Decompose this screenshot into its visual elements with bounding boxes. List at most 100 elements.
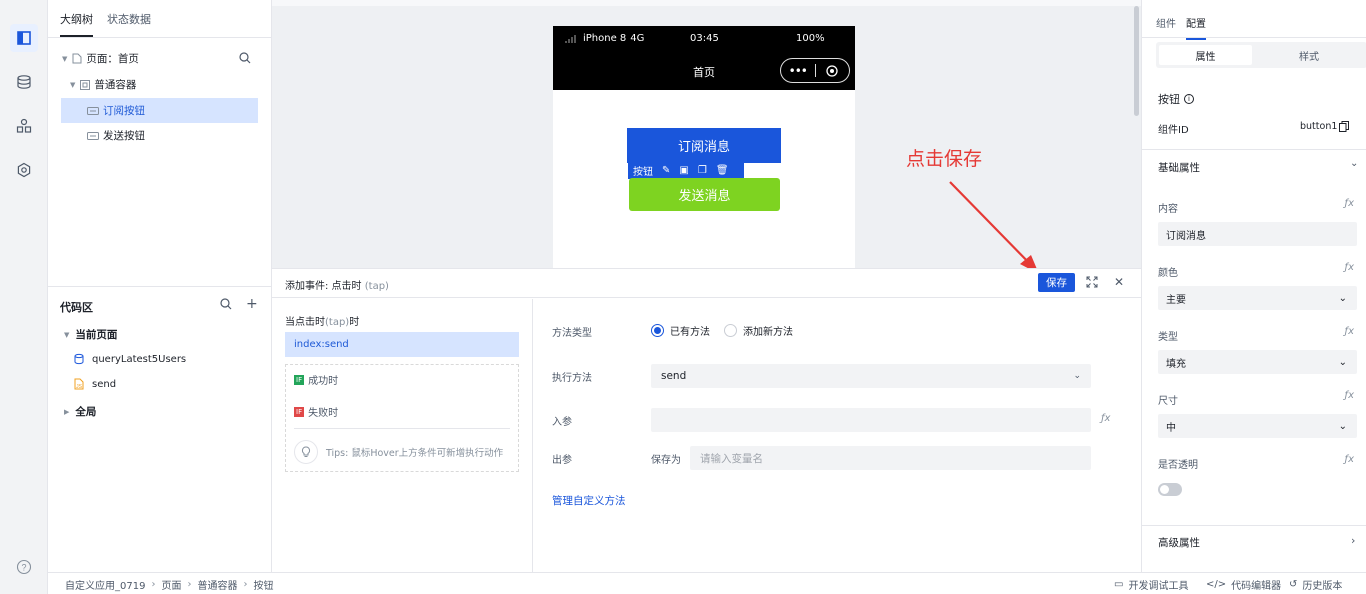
button-icon xyxy=(87,106,99,115)
more-icon[interactable]: ••• xyxy=(781,64,815,78)
fx-icon[interactable]: ƒx xyxy=(1345,390,1354,401)
code-editor-action[interactable]: </> 代码编辑器 xyxy=(1206,577,1281,592)
radio-existing[interactable]: 已有方法 xyxy=(651,323,710,338)
transparent-label: 是否透明 xyxy=(1158,460,1198,471)
color-label: 颜色 xyxy=(1158,268,1178,279)
code-area-panel: 代码区 + ▼ 当前页面 queryLatest5Users JS send ▶… xyxy=(48,286,272,572)
info-icon[interactable]: i xyxy=(1184,94,1194,104)
close-icon[interactable]: ✕ xyxy=(1114,275,1124,289)
current-page-label: 当前页面 xyxy=(75,329,118,341)
tips: Tips: 鼠标Hover上方条件可新增执行动作 xyxy=(294,440,503,464)
radio-new[interactable]: 添加新方法 xyxy=(724,323,793,338)
input-param-field[interactable] xyxy=(651,408,1091,432)
js-file-icon: JS xyxy=(74,378,84,390)
monitor-icon: ▭ xyxy=(1114,579,1124,590)
chevron-right-icon[interactable]: › xyxy=(1351,534,1355,547)
tree-page[interactable]: ▼ 页面：首页 xyxy=(62,46,259,71)
copy-icon[interactable]: ❐ xyxy=(698,165,707,176)
fx-icon[interactable]: ƒx xyxy=(1345,198,1354,209)
size-select[interactable]: 中 ⌄ xyxy=(1158,414,1357,438)
tab-state-data[interactable]: 状态数据 xyxy=(107,11,151,37)
components-icon[interactable] xyxy=(10,112,38,140)
radio-unchecked-icon[interactable] xyxy=(724,324,737,337)
variable-name-input[interactable]: 请输入变量名 xyxy=(690,446,1091,470)
edit-icon[interactable]: ✎ xyxy=(662,165,670,176)
caret-down-icon[interactable]: ▼ xyxy=(64,331,69,339)
chevron-down-icon: ⌄ xyxy=(1073,371,1081,381)
capsule-button[interactable]: ••• xyxy=(780,58,850,83)
fx-icon[interactable]: ƒx xyxy=(1345,454,1354,465)
svg-text:?: ? xyxy=(21,563,26,573)
event-title-main: 添加事件: 点击时 xyxy=(285,281,362,292)
event-trigger-panel: 当点击时(tap)时 index:send IF 成功时 IF 失败时 Tips… xyxy=(272,299,533,572)
trigger-label: 当点击时(tap)时 xyxy=(285,313,359,328)
type-select[interactable]: 填充 ⌄ xyxy=(1158,350,1357,374)
content-input[interactable]: 订阅消息 xyxy=(1158,222,1357,246)
manage-methods-link[interactable]: 管理自定义方法 xyxy=(552,493,626,508)
canvas-scrollbar[interactable] xyxy=(1134,6,1139,116)
history-action[interactable]: ↺ 历史版本 xyxy=(1289,577,1342,592)
send-button[interactable]: 发送消息 xyxy=(629,178,780,211)
fx-icon[interactable]: ƒx xyxy=(1345,262,1354,273)
breadcrumb-container[interactable]: 普通容器 xyxy=(197,577,237,592)
help-icon[interactable]: ? xyxy=(10,553,38,581)
expand-icon[interactable] xyxy=(1086,276,1098,288)
breadcrumb-app[interactable]: 自定义应用_0719 xyxy=(65,577,145,592)
caret-right-icon[interactable]: ▶ xyxy=(64,408,69,416)
size-value: 中 xyxy=(1166,422,1176,434)
layout-icon[interactable] xyxy=(10,24,38,52)
radio-checked-icon[interactable] xyxy=(651,324,664,337)
transparent-toggle[interactable] xyxy=(1158,483,1182,496)
current-page-group[interactable]: ▼ 当前页面 xyxy=(64,327,117,342)
advanced-props-header[interactable]: 高级属性 xyxy=(1158,535,1200,550)
success-label: 成功时 xyxy=(308,376,339,387)
fx-icon[interactable]: ƒx xyxy=(1345,326,1354,337)
tab-outline-tree[interactable]: 大纲树 xyxy=(60,11,93,37)
selection-outline xyxy=(627,128,781,163)
divider xyxy=(1142,149,1366,150)
fx-icon[interactable]: ƒx xyxy=(1101,413,1110,424)
tree-container[interactable]: ▼ 普通容器 xyxy=(70,72,267,97)
chevron-down-icon: ⌄ xyxy=(1338,292,1347,304)
exec-method-value: send xyxy=(661,370,687,382)
basic-props-header[interactable]: 基础属性 xyxy=(1158,160,1200,175)
caret-down-icon[interactable]: ▼ xyxy=(62,55,67,63)
save-icon[interactable]: ▣ xyxy=(679,165,688,176)
segment-props[interactable]: 属性 xyxy=(1159,45,1252,65)
save-button[interactable]: 保存 xyxy=(1038,273,1075,292)
copy-icon[interactable] xyxy=(1339,121,1349,132)
global-group[interactable]: ▶ 全局 xyxy=(64,404,96,419)
exec-method-select[interactable]: send ⌄ xyxy=(651,364,1091,388)
global-label: 全局 xyxy=(75,406,97,418)
target-icon[interactable] xyxy=(815,64,849,77)
code-item-query[interactable]: queryLatest5Users xyxy=(74,353,186,365)
database-icon[interactable] xyxy=(10,68,38,96)
search-icon[interactable] xyxy=(220,298,232,310)
settings-icon[interactable] xyxy=(10,156,38,184)
tree-item-send-button[interactable]: 发送按钮 xyxy=(61,123,258,148)
breadcrumb-button[interactable]: 按钮 xyxy=(253,577,273,592)
tree-subscribe-label: 订阅按钮 xyxy=(103,105,145,117)
tree-item-subscribe-button[interactable]: 订阅按钮 xyxy=(61,98,258,123)
dev-tools-action[interactable]: ▭ 开发调试工具 xyxy=(1114,577,1188,592)
properties-panel: 组件 配置 属性 样式 按钮 i 组件ID button1 基础属性 ⌄ 内容 … xyxy=(1141,0,1366,572)
segment-style[interactable]: 样式 xyxy=(1256,45,1362,65)
add-icon[interactable]: + xyxy=(246,296,258,312)
search-icon[interactable] xyxy=(239,52,251,64)
tree-page-label: 页面：首页 xyxy=(86,53,139,65)
component-name: 按钮 i xyxy=(1158,91,1194,107)
type-value: 填充 xyxy=(1166,358,1186,370)
type-label: 类型 xyxy=(1158,332,1178,343)
code-icon: </> xyxy=(1206,579,1227,590)
caret-down-icon[interactable]: ▼ xyxy=(70,81,75,89)
breadcrumb-page[interactable]: 页面 xyxy=(161,577,181,592)
color-select[interactable]: 主要 ⌄ xyxy=(1158,286,1357,310)
delete-icon[interactable]: 🗑 xyxy=(716,165,729,176)
outline-tabs: 大纲树 状态数据 xyxy=(48,0,271,38)
fail-branch[interactable]: IF 失败时 xyxy=(294,404,338,419)
success-branch[interactable]: IF 成功时 xyxy=(294,372,338,387)
page-icon xyxy=(72,53,82,64)
chevron-down-icon[interactable]: ⌄ xyxy=(1350,158,1358,169)
code-item-send[interactable]: JS send xyxy=(74,378,116,390)
action-item-send[interactable]: index:send xyxy=(285,332,519,357)
